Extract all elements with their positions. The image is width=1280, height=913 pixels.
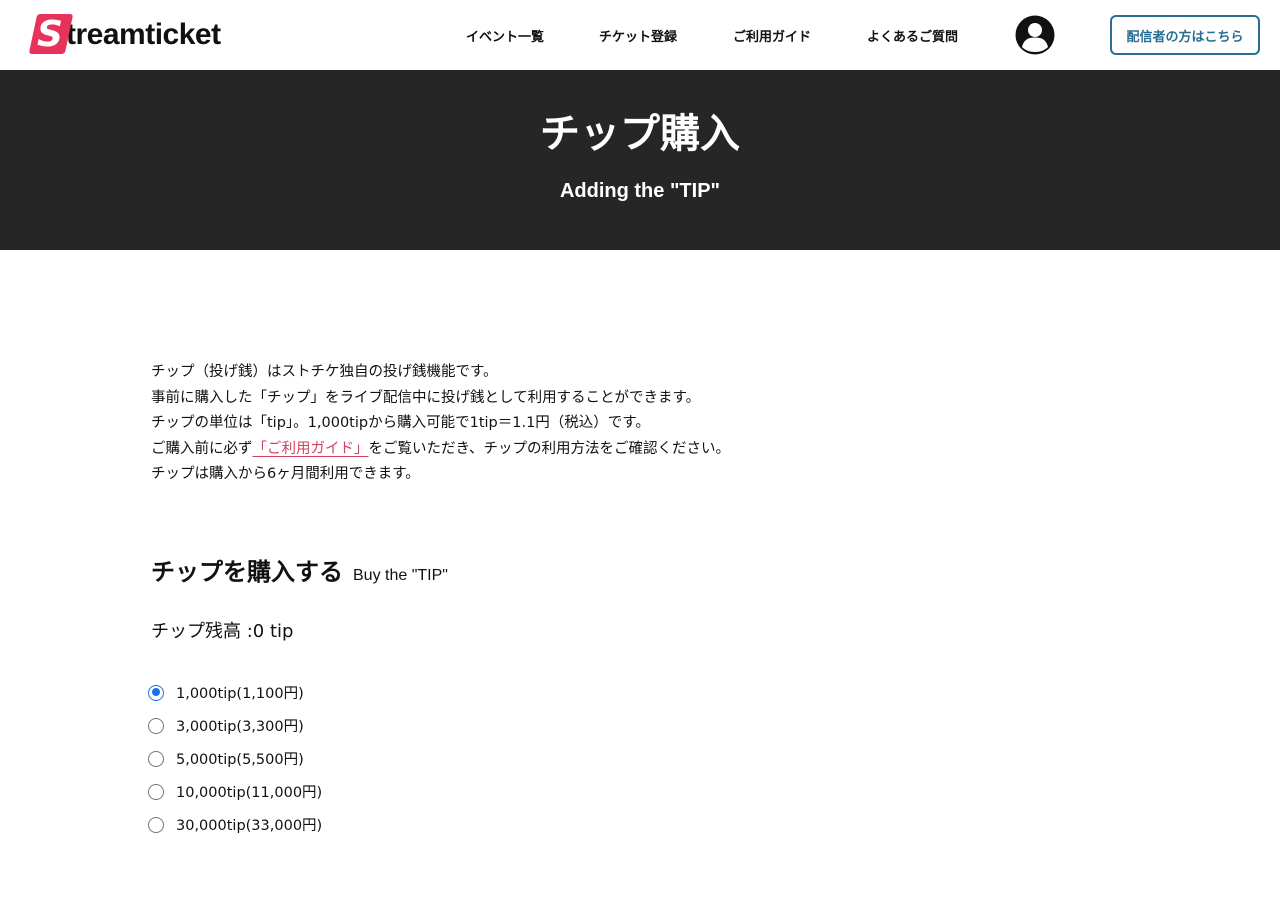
tip-option-label: 10,000tip(11,000円) bbox=[176, 785, 323, 801]
intro-line-prefix: ご購入前に必ず bbox=[151, 440, 253, 457]
logo-mark: S bbox=[28, 14, 74, 56]
logo[interactable]: S treamticket bbox=[28, 14, 221, 56]
radio-button[interactable] bbox=[148, 816, 164, 833]
tip-option[interactable]: 5,000tip(5,500円) bbox=[148, 742, 322, 775]
tip-option[interactable]: 30,000tip(33,000円) bbox=[148, 808, 322, 841]
intro-line: チップ（投げ銭）はストチケ独自の投げ銭機能です。 bbox=[151, 364, 498, 380]
intro-line: チップは購入から6ヶ月間利用できます。 bbox=[151, 466, 420, 482]
tip-option-label: 3,000tip(3,300円) bbox=[176, 719, 304, 735]
tip-option[interactable]: 3,000tip(3,300円) bbox=[148, 709, 322, 742]
section-heading: チップを購入する Buy the "TIP" bbox=[151, 552, 448, 587]
creator-page-button[interactable]: 配信者の方はこちら bbox=[1110, 15, 1260, 55]
intro-line: チップの単位は「tip」。1,000tipから購入可能で1tip＝1.1円（税込… bbox=[151, 415, 650, 431]
logo-letter: S bbox=[37, 14, 63, 55]
page-title: チップ購入 bbox=[540, 111, 740, 157]
site-header: S treamticket イベント一覧 チケット登録 ご利用ガイド よくあるご… bbox=[0, 0, 1280, 70]
intro-line-suffix: をご覧いただき、チップの利用方法をご確認ください。 bbox=[368, 440, 730, 457]
radio-button[interactable] bbox=[148, 783, 164, 800]
page-subtitle: Adding the "TIP" bbox=[559, 180, 721, 202]
nav-item-ticket-register[interactable]: チケット登録 bbox=[599, 0, 677, 70]
logo-text: treamticket bbox=[66, 18, 221, 51]
radio-button[interactable] bbox=[148, 750, 164, 767]
tip-option-label: 30,000tip(33,000円) bbox=[176, 818, 323, 834]
nav-item-guide[interactable]: ご利用ガイド bbox=[733, 0, 811, 70]
nav-item-events[interactable]: イベント一覧 bbox=[466, 0, 544, 70]
tip-option[interactable]: 1,000tip(1,100円) bbox=[148, 676, 322, 709]
intro-text: チップ（投げ銭）はストチケ独自の投げ銭機能です。 事前に購入した「チップ」をライ… bbox=[151, 360, 1051, 488]
guide-link[interactable]: 「ご利用ガイド」 bbox=[253, 441, 369, 457]
tip-balance: チップ残高 :0 tip bbox=[151, 621, 294, 642]
nav-item-faq[interactable]: よくあるご質問 bbox=[867, 0, 958, 70]
section-title: チップを購入する bbox=[151, 558, 343, 586]
user-circle-icon[interactable] bbox=[1015, 15, 1055, 55]
intro-line: 事前に購入した「チップ」をライブ配信中に投げ銭として利用することができます。 bbox=[151, 389, 701, 406]
tip-options: 1,000tip(1,100円) 3,000tip(3,300円) 5,000t… bbox=[148, 676, 322, 841]
section-subtitle: Buy the "TIP" bbox=[353, 567, 448, 584]
intro-line: ご購入前に必ず「ご利用ガイド」をご覧いただき、チップの利用方法をご確認ください。 bbox=[151, 437, 1051, 463]
tip-option-label: 1,000tip(1,100円) bbox=[176, 686, 304, 702]
radio-button[interactable] bbox=[148, 717, 164, 734]
tip-option-label: 5,000tip(5,500円) bbox=[176, 752, 304, 768]
hero-banner: チップ購入 Adding the "TIP" bbox=[0, 70, 1280, 250]
tip-option[interactable]: 10,000tip(11,000円) bbox=[148, 775, 322, 808]
radio-button[interactable] bbox=[148, 684, 164, 701]
